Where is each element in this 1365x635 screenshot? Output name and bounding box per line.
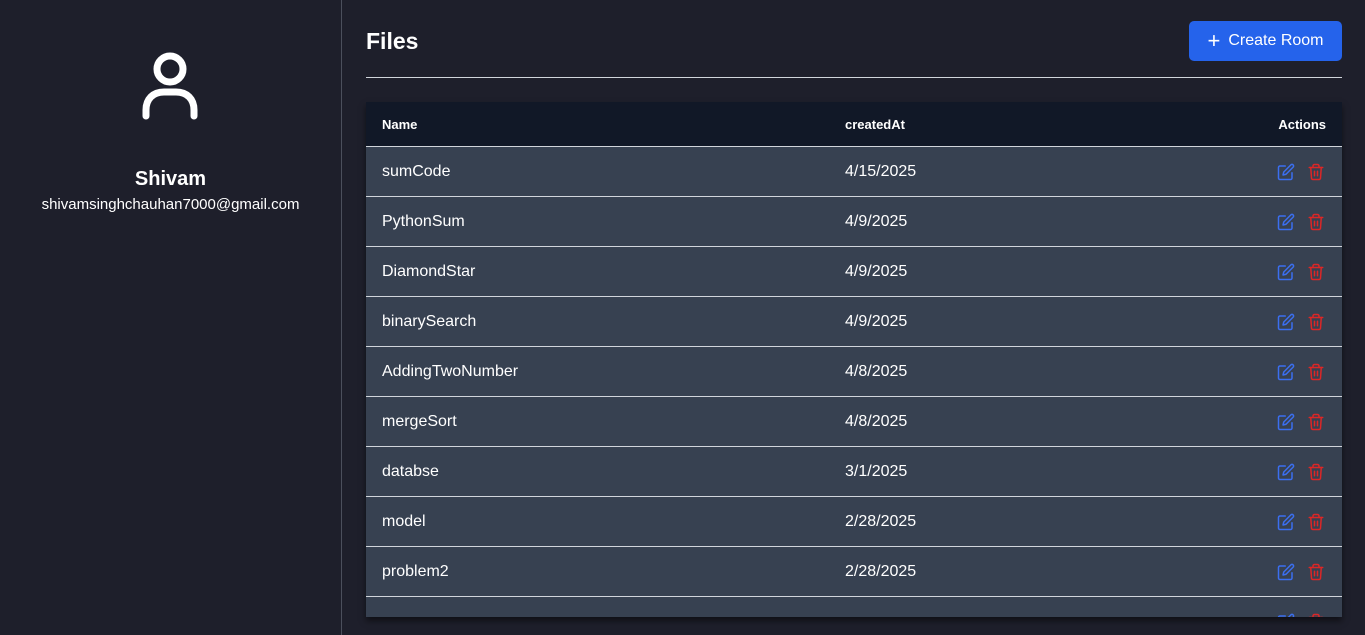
header-divider bbox=[366, 77, 1342, 78]
file-created-at: 4/8/2025 bbox=[845, 362, 908, 380]
row-actions bbox=[1179, 613, 1342, 618]
row-actions bbox=[1179, 163, 1342, 181]
create-room-button[interactable]: + Create Room bbox=[1189, 21, 1342, 61]
file-created-at: 3/1/2025 bbox=[845, 462, 908, 480]
column-header-name: Name bbox=[382, 116, 418, 132]
file-name: databse bbox=[382, 462, 439, 480]
row-actions bbox=[1179, 513, 1342, 531]
file-created-at: 4/9/2025 bbox=[845, 262, 908, 280]
table-row[interactable]: model 2/28/2025 bbox=[366, 497, 1342, 547]
table-row[interactable] bbox=[366, 597, 1342, 617]
table-body: sumCode 4/15/2025 PythonSum 4/9/2025 Diamond… bbox=[366, 147, 1342, 617]
edit-icon[interactable] bbox=[1277, 313, 1295, 331]
plus-icon: + bbox=[1207, 28, 1221, 53]
trash-icon[interactable] bbox=[1307, 413, 1325, 431]
file-name: binarySearch bbox=[382, 312, 477, 330]
create-room-label: Create Room bbox=[1228, 32, 1324, 49]
row-actions bbox=[1179, 413, 1342, 431]
trash-icon[interactable] bbox=[1307, 363, 1325, 381]
row-actions bbox=[1179, 563, 1342, 581]
files-table: Name createdAt Actions sumCode 4/15/2025 P… bbox=[366, 102, 1342, 617]
file-created-at: 4/8/2025 bbox=[845, 412, 908, 430]
file-name: mergeSort bbox=[382, 412, 457, 430]
row-actions bbox=[1179, 463, 1342, 481]
trash-icon[interactable] bbox=[1307, 613, 1325, 618]
table-row[interactable]: problem2 2/28/2025 bbox=[366, 547, 1342, 597]
edit-icon[interactable] bbox=[1277, 463, 1295, 481]
user-avatar-icon bbox=[142, 52, 198, 120]
trash-icon[interactable] bbox=[1307, 463, 1325, 481]
trash-icon[interactable] bbox=[1307, 513, 1325, 531]
table-row[interactable]: binarySearch 4/9/2025 bbox=[366, 297, 1342, 347]
file-name: DiamondStar bbox=[382, 262, 476, 280]
column-header-createdat: createdAt bbox=[845, 116, 905, 132]
edit-icon[interactable] bbox=[1277, 413, 1295, 431]
file-created-at: 4/9/2025 bbox=[845, 212, 908, 230]
user-email: shivamsinghchauhan7000@gmail.com bbox=[41, 196, 300, 213]
file-created-at: 4/15/2025 bbox=[845, 162, 917, 180]
edit-icon[interactable] bbox=[1277, 263, 1295, 281]
table-row[interactable]: PythonSum 4/9/2025 bbox=[366, 197, 1342, 247]
sidebar: Shivam shivamsinghchauhan7000@gmail.com bbox=[0, 0, 342, 635]
edit-icon[interactable] bbox=[1277, 613, 1295, 618]
table-row[interactable]: DiamondStar 4/9/2025 bbox=[366, 247, 1342, 297]
table-row[interactable]: mergeSort 4/8/2025 bbox=[366, 397, 1342, 447]
edit-icon[interactable] bbox=[1277, 213, 1295, 231]
file-name: model bbox=[382, 512, 426, 530]
table-row[interactable]: databse 3/1/2025 bbox=[366, 447, 1342, 497]
file-created-at: 4/9/2025 bbox=[845, 312, 908, 330]
file-created-at: 2/28/2025 bbox=[845, 562, 917, 580]
user-name: Shivam bbox=[134, 168, 207, 190]
page-title: Files bbox=[366, 28, 419, 54]
trash-icon[interactable] bbox=[1307, 563, 1325, 581]
row-actions bbox=[1179, 263, 1342, 281]
row-actions bbox=[1179, 313, 1342, 331]
edit-icon[interactable] bbox=[1277, 563, 1295, 581]
row-actions bbox=[1179, 363, 1342, 381]
trash-icon[interactable] bbox=[1307, 163, 1325, 181]
file-name: PythonSum bbox=[382, 212, 465, 230]
file-name: problem2 bbox=[382, 562, 449, 580]
trash-icon[interactable] bbox=[1307, 313, 1325, 331]
edit-icon[interactable] bbox=[1277, 513, 1295, 531]
row-actions bbox=[1179, 213, 1342, 231]
file-name: AddingTwoNumber bbox=[382, 362, 519, 380]
trash-icon[interactable] bbox=[1307, 213, 1325, 231]
file-created-at: 2/28/2025 bbox=[845, 512, 917, 530]
edit-icon[interactable] bbox=[1277, 363, 1295, 381]
main-content: Files + Create Room Name createdAt Actio… bbox=[342, 0, 1365, 635]
edit-icon[interactable] bbox=[1277, 163, 1295, 181]
table-row[interactable]: AddingTwoNumber 4/8/2025 bbox=[366, 347, 1342, 397]
file-name: sumCode bbox=[382, 162, 451, 180]
table-header: Name createdAt Actions bbox=[366, 102, 1342, 147]
table-row[interactable]: sumCode 4/15/2025 bbox=[366, 147, 1342, 197]
trash-icon[interactable] bbox=[1307, 263, 1325, 281]
column-header-actions: Actions bbox=[1278, 116, 1326, 132]
